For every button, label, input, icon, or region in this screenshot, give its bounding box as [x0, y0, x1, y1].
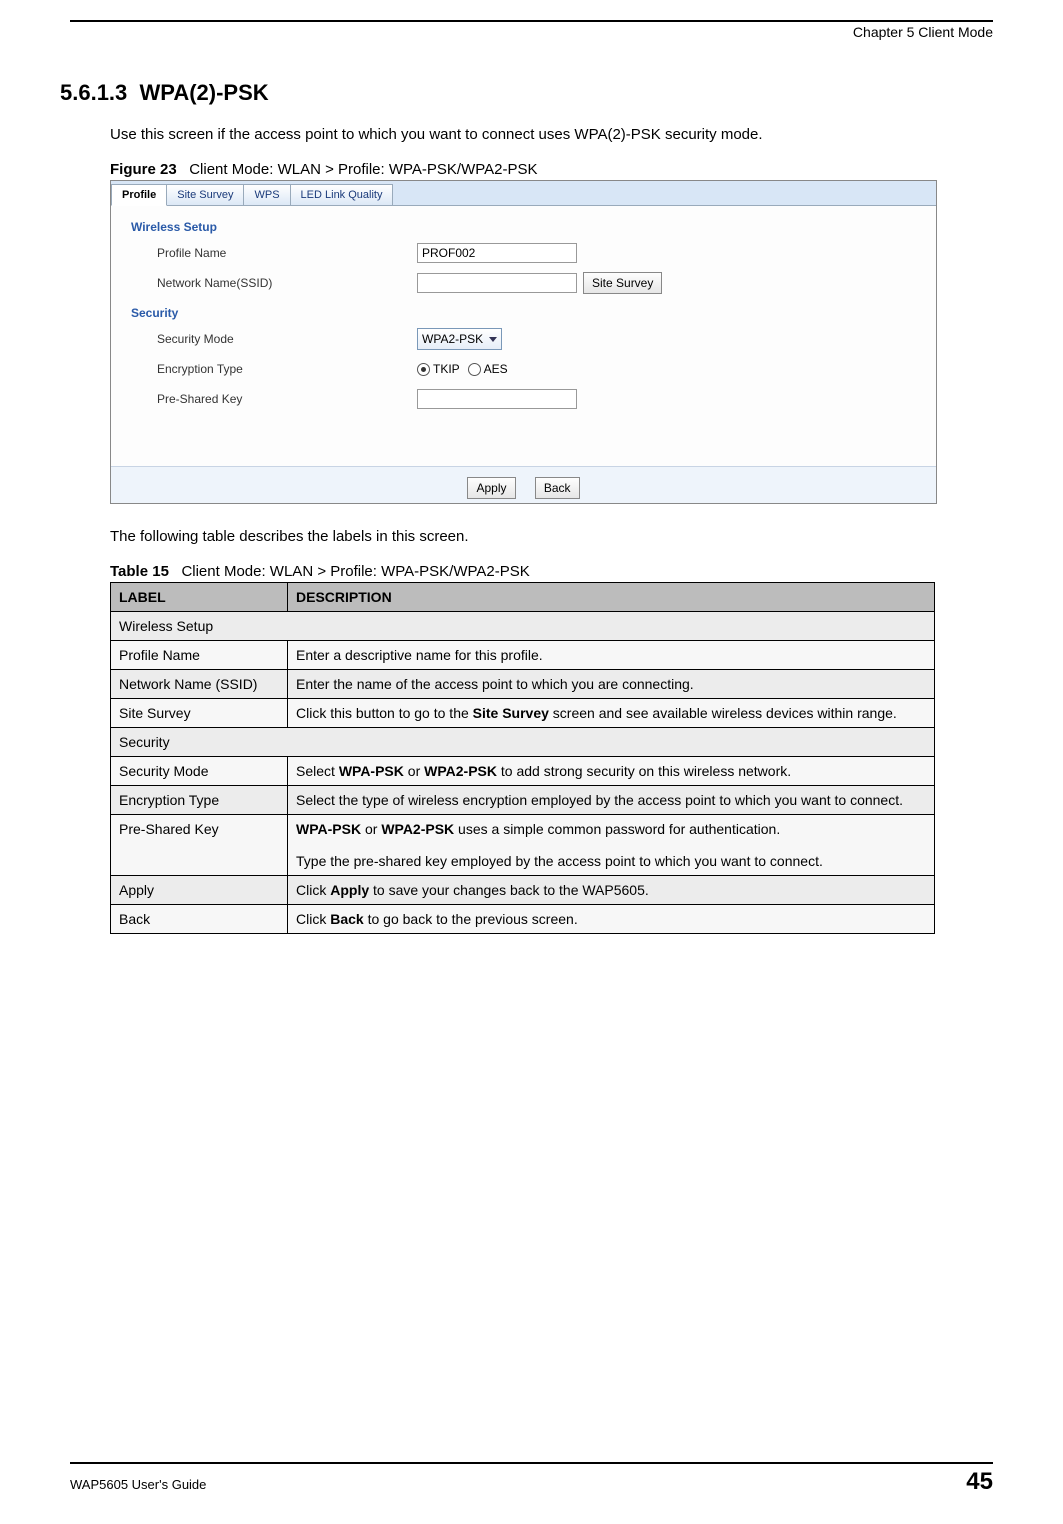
description-table: LABEL DESCRIPTION Wireless Setup Profile…: [110, 582, 935, 934]
table-row: Security: [111, 728, 935, 757]
security-mode-select[interactable]: WPA2-PSK: [417, 328, 502, 350]
encryption-aes-radio[interactable]: AES: [468, 362, 508, 376]
section-title: WPA(2)-PSK: [140, 80, 269, 105]
cell: Enter a descriptive name for this profil…: [288, 641, 935, 670]
back-button[interactable]: Back: [535, 477, 580, 499]
radio-icon: [417, 363, 430, 376]
tab-wps[interactable]: WPS: [243, 184, 290, 205]
psk-input[interactable]: [417, 389, 577, 409]
th-label: LABEL: [111, 583, 288, 612]
ssid-label: Network Name(SSID): [157, 276, 417, 290]
table-row: Apply Click Apply to save your changes b…: [111, 876, 935, 905]
cell: Site Survey: [111, 699, 288, 728]
figure-label: Figure 23: [110, 161, 177, 178]
group-security: Security: [131, 306, 916, 320]
cell: Click this button to go to the Site Surv…: [288, 699, 935, 728]
profile-screenshot: Profile Site Survey WPS LED Link Quality…: [110, 180, 937, 504]
table-row: Site Survey Click this button to go to t…: [111, 699, 935, 728]
security-mode-label: Security Mode: [157, 332, 417, 346]
table-row: Pre-Shared Key WPA-PSK or WPA2-PSK uses …: [111, 815, 935, 876]
group-wireless-setup: Wireless Setup: [131, 220, 916, 234]
footer-page-number: 45: [966, 1468, 993, 1496]
table-label: Table 15: [110, 563, 169, 580]
cell: Click Apply to save your changes back to…: [288, 876, 935, 905]
table-row: Profile Name Enter a descriptive name fo…: [111, 641, 935, 670]
table-row: Encryption Type Select the type of wirel…: [111, 786, 935, 815]
table-caption: Table 15 Client Mode: WLAN > Profile: WP…: [110, 563, 993, 580]
tab-profile[interactable]: Profile: [111, 184, 167, 206]
ssid-input[interactable]: [417, 273, 577, 293]
page-footer: WAP5605 User's Guide 45: [70, 1462, 993, 1496]
figure-caption: Figure 23 Client Mode: WLAN > Profile: W…: [110, 161, 993, 178]
table-row: Wireless Setup: [111, 612, 935, 641]
tab-led-link-quality[interactable]: LED Link Quality: [290, 184, 394, 205]
footer-guide-name: WAP5605 User's Guide: [70, 1477, 206, 1492]
intro-paragraph: Use this screen if the access point to w…: [110, 126, 993, 143]
cell: Pre-Shared Key: [111, 815, 288, 876]
tab-site-survey[interactable]: Site Survey: [166, 184, 244, 205]
section-heading: 5.6.1.3 WPA(2)-PSK: [60, 80, 993, 106]
cell: Security: [111, 728, 935, 757]
cell: Network Name (SSID): [111, 670, 288, 699]
cell: Encryption Type: [111, 786, 288, 815]
table-row: Security Mode Select WPA-PSK or WPA2-PSK…: [111, 757, 935, 786]
cell: Apply: [111, 876, 288, 905]
encryption-tkip-label: TKIP: [433, 362, 460, 376]
encryption-type-label: Encryption Type: [157, 362, 417, 376]
table-intro-paragraph: The following table describes the labels…: [110, 528, 993, 545]
cell: WPA-PSK or WPA2-PSK uses a simple common…: [288, 815, 935, 876]
cell: Enter the name of the access point to wh…: [288, 670, 935, 699]
encryption-aes-label: AES: [484, 362, 508, 376]
encryption-tkip-radio[interactable]: TKIP: [417, 362, 460, 376]
figure-title: Client Mode: WLAN > Profile: WPA-PSK/WPA…: [189, 161, 537, 178]
table-title: Client Mode: WLAN > Profile: WPA-PSK/WPA…: [181, 563, 529, 580]
cell: Select WPA-PSK or WPA2-PSK to add strong…: [288, 757, 935, 786]
table-row: Back Click Back to go back to the previo…: [111, 905, 935, 934]
security-mode-value: WPA2-PSK: [422, 332, 483, 346]
cell: Select the type of wireless encryption e…: [288, 786, 935, 815]
profile-name-input[interactable]: [417, 243, 577, 263]
th-description: DESCRIPTION: [288, 583, 935, 612]
psk-label: Pre-Shared Key: [157, 392, 417, 406]
site-survey-button[interactable]: Site Survey: [583, 272, 662, 294]
cell: Wireless Setup: [111, 612, 935, 641]
chapter-header: Chapter 5 Client Mode: [70, 24, 993, 40]
table-row: Network Name (SSID) Enter the name of th…: [111, 670, 935, 699]
cell: Click Back to go back to the previous sc…: [288, 905, 935, 934]
apply-button[interactable]: Apply: [467, 477, 515, 499]
cell: Profile Name: [111, 641, 288, 670]
section-number: 5.6.1.3: [60, 80, 127, 105]
cell: Back: [111, 905, 288, 934]
radio-icon: [468, 363, 481, 376]
tab-bar: Profile Site Survey WPS LED Link Quality: [111, 181, 936, 206]
cell: Security Mode: [111, 757, 288, 786]
chevron-down-icon: [489, 337, 497, 342]
profile-name-label: Profile Name: [157, 246, 417, 260]
